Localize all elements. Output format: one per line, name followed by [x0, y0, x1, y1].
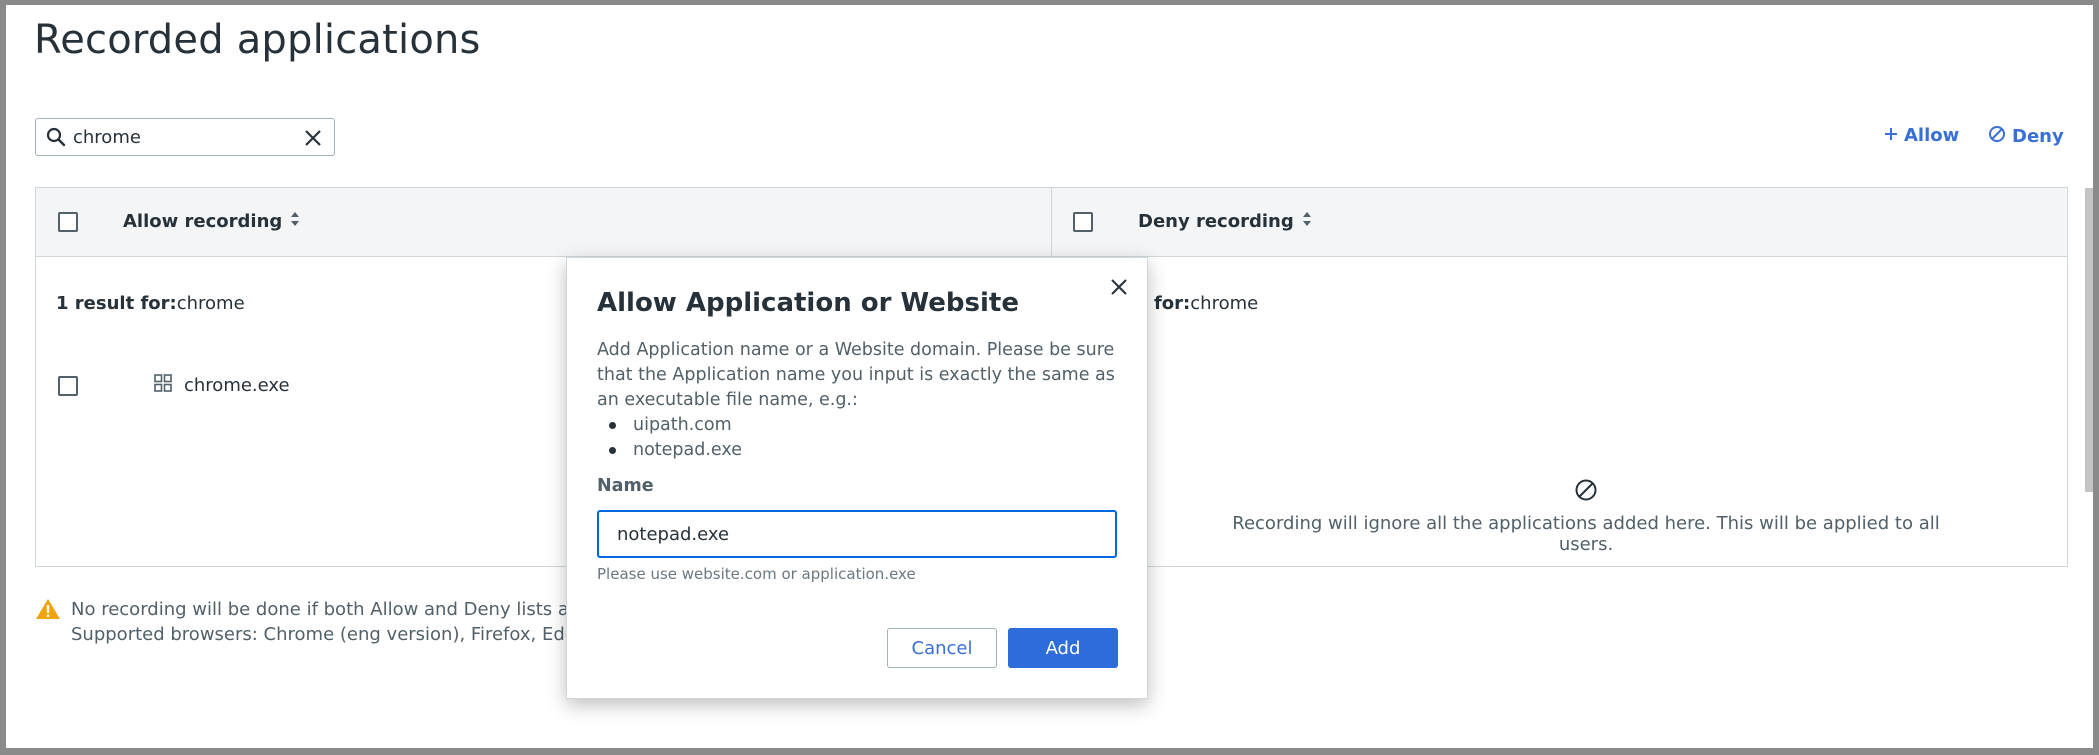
- table-header: Allow recording Deny recording: [36, 188, 2067, 257]
- column-divider: [1051, 188, 1052, 257]
- table-scrollbar[interactable]: [2085, 188, 2093, 492]
- warning-line-2: Supported browsers: Chrome (eng version)…: [71, 624, 593, 645]
- cancel-button[interactable]: Cancel: [887, 628, 997, 668]
- clear-search-icon[interactable]: [304, 129, 322, 151]
- plus-icon: [1884, 125, 1898, 146]
- allow-column-label: Allow recording: [123, 211, 283, 232]
- helper-text: Please use website.com or application.ex…: [597, 565, 916, 583]
- list-item: notepad.exe: [597, 438, 742, 463]
- name-field-label: Name: [597, 476, 654, 496]
- table-row[interactable]: chrome.exe: [154, 374, 290, 397]
- deny-results-term: chrome: [1190, 293, 1259, 314]
- warning-line-1: No recording will be done if both Allow …: [71, 599, 616, 620]
- search-icon: [46, 127, 66, 151]
- grid-app-icon: [154, 374, 172, 397]
- example-list: uipath.com notepad.exe: [597, 413, 742, 463]
- dialog-title: Allow Application or Website: [597, 288, 1019, 318]
- deny-column-header[interactable]: Deny recording: [1138, 211, 1312, 232]
- select-all-deny-checkbox[interactable]: [1073, 212, 1093, 232]
- app-frame: Recorded applications Allow Deny Allow r…: [0, 0, 2099, 755]
- deny-empty-text: Recording will ignore all the applicatio…: [1232, 513, 1940, 555]
- deny-button-label: Deny: [2012, 126, 2064, 147]
- select-all-allow-checkbox[interactable]: [58, 212, 78, 232]
- block-icon: [1988, 125, 2006, 148]
- allow-column-header[interactable]: Allow recording: [123, 211, 300, 232]
- row-app-name: chrome.exe: [184, 375, 290, 396]
- add-button[interactable]: Add: [1008, 628, 1118, 668]
- name-input[interactable]: [597, 510, 1117, 558]
- row-checkbox[interactable]: [58, 376, 78, 396]
- list-item: uipath.com: [597, 413, 742, 438]
- dialog-description: Add Application name or a Website domain…: [597, 340, 1115, 410]
- results-term: chrome: [176, 293, 245, 314]
- deny-button[interactable]: Deny: [1988, 125, 2064, 148]
- warning-note: No recording will be done if both Allow …: [35, 597, 615, 647]
- search-input[interactable]: [73, 123, 293, 151]
- allow-results-summary: 1 result for:chrome: [56, 293, 245, 314]
- allow-button-label: Allow: [1904, 125, 1960, 146]
- sort-icon[interactable]: [1302, 211, 1312, 232]
- allow-dialog: Allow Application or Website Add Applica…: [566, 257, 1148, 699]
- page-title: Recorded applications: [34, 17, 481, 63]
- sort-icon[interactable]: [290, 211, 300, 232]
- deny-column-label: Deny recording: [1138, 211, 1294, 232]
- allow-button[interactable]: Allow: [1884, 125, 1959, 146]
- close-icon[interactable]: [1110, 278, 1128, 300]
- deny-empty-state: Recording will ignore all the applicatio…: [1206, 478, 1966, 555]
- warning-icon: [35, 597, 61, 647]
- block-icon: [1206, 478, 1966, 507]
- deny-results-summary: s for:chrome: [1137, 293, 1258, 314]
- search-box[interactable]: [35, 118, 335, 156]
- results-prefix: 1 result for:: [56, 293, 177, 314]
